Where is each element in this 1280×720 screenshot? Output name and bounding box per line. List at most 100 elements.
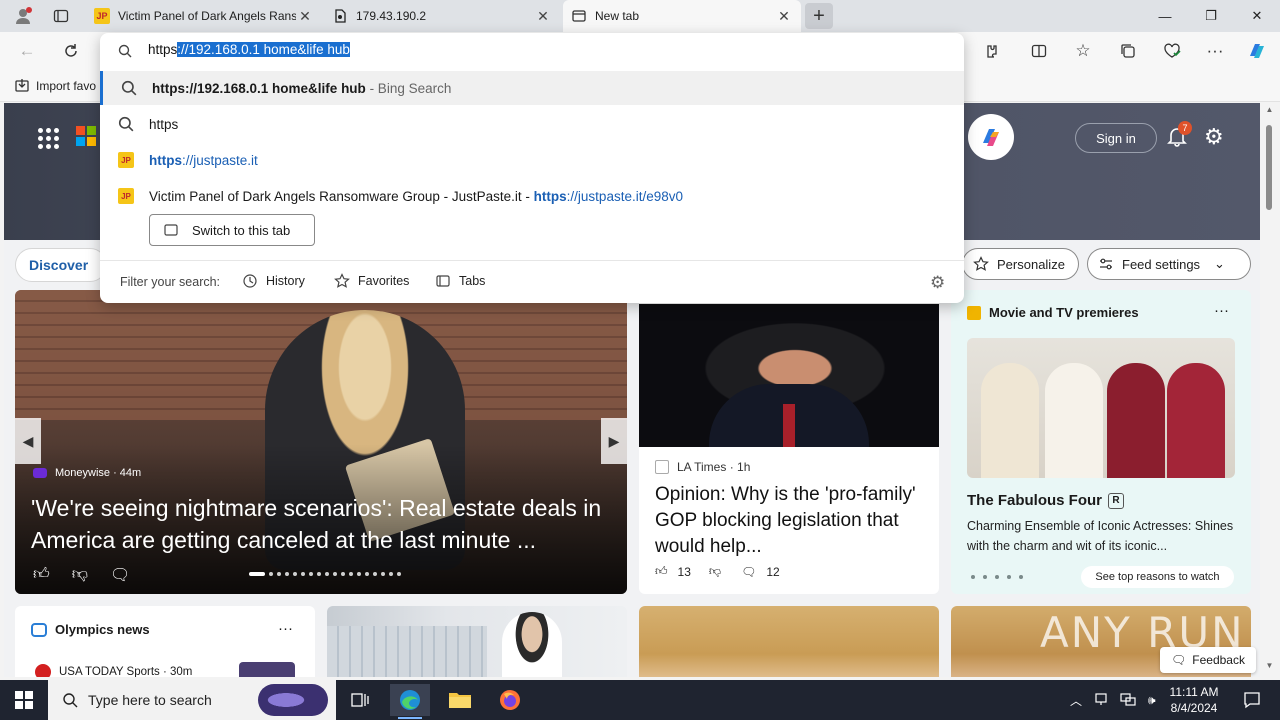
volume-icon[interactable]: 🕪︎ — [1148, 693, 1156, 708]
edge-taskbar-icon[interactable] — [390, 684, 430, 719]
rating-badge: R — [1108, 492, 1124, 509]
story-headline[interactable]: 'We're seeing nightmare scenarios': Real… — [31, 492, 611, 556]
carousel-next-icon[interactable]: ▶ — [601, 418, 627, 464]
movie-title[interactable]: The Fabulous Four — [967, 492, 1102, 509]
apps-launcher-icon[interactable] — [38, 128, 59, 149]
network-status-icon[interactable] — [1094, 692, 1108, 709]
see-top-reasons-button[interactable]: See top reasons to watch — [1081, 566, 1234, 588]
tab-title: 179.43.190.2 — [356, 9, 427, 23]
movie-premieres-card[interactable]: Movie and TV premieres ··· The Fabulous … — [951, 290, 1251, 594]
new-tab-button[interactable]: + — [805, 3, 833, 29]
carousel-prev-icon[interactable]: ◀ — [15, 418, 41, 464]
news-headline[interactable]: Opinion: Why is the 'pro-family' GOP blo… — [655, 482, 927, 560]
switch-to-tab-label: Switch to this tab — [192, 222, 291, 238]
thumbs-up-icon[interactable]: 👍︎ — [33, 565, 50, 585]
comment-icon[interactable]: 🗨︎ — [110, 565, 130, 585]
address-input[interactable]: https://192.168.0.1 home&life hub — [148, 42, 350, 57]
comment-icon[interactable]: 🗨︎ — [741, 565, 756, 579]
back-icon[interactable]: ← — [14, 39, 40, 63]
copilot-icon[interactable] — [1244, 39, 1270, 63]
feedback-label: Feedback — [1192, 653, 1245, 667]
copilot-button[interactable] — [968, 114, 1014, 160]
address-bar[interactable]: https://192.168.0.1 home&life hub — [100, 33, 964, 69]
close-window-button[interactable]: ✕ — [1234, 0, 1280, 32]
olympics-news-card[interactable]: Olympics news ··· USA TODAY Sports · 30m — [15, 606, 315, 677]
sign-in-button[interactable]: Sign in — [1075, 123, 1157, 153]
tabs-icon — [436, 275, 450, 287]
favorites-star-icon[interactable]: ☆ — [1070, 39, 1096, 63]
search-icon — [118, 44, 132, 58]
filter-favorites-button[interactable]: Favorites — [334, 273, 409, 289]
import-favorites-button[interactable]: Import favo — [14, 78, 96, 94]
personalize-button[interactable]: Personalize — [962, 248, 1079, 280]
restore-button[interactable]: ❐ — [1188, 0, 1234, 32]
taskbar-search-box[interactable]: Type here to search — [48, 680, 336, 720]
windows-taskbar: Type here to search ︿ 🕪︎ 11:11 AM 8/4/20… — [0, 680, 1280, 720]
news-card-latimes[interactable]: LA Times · 1h Opinion: Why is the 'pro-f… — [639, 290, 939, 594]
collections-icon[interactable] — [1115, 39, 1141, 63]
thumbs-up-icon[interactable]: 👍︎ — [655, 564, 668, 579]
system-clock[interactable]: 11:11 AM 8/4/2024 — [1163, 684, 1225, 716]
feed-settings-button[interactable]: Feed settings ⌄ — [1087, 248, 1251, 280]
scrollbar-thumb[interactable] — [1266, 125, 1272, 210]
start-button[interactable] — [0, 680, 48, 720]
extensions-icon[interactable] — [978, 39, 1004, 63]
usa-today-logo-icon — [35, 664, 51, 677]
notification-center-icon[interactable] — [1232, 684, 1272, 716]
more-options-icon[interactable]: ··· — [278, 620, 293, 637]
more-options-icon[interactable]: ··· — [1202, 39, 1228, 63]
suggestion-separator: - — [521, 188, 534, 204]
task-view-icon[interactable] — [340, 684, 380, 716]
suggestion-url-rest: ://justpaste.it — [182, 152, 258, 168]
filter-history-button[interactable]: History — [242, 273, 305, 289]
discover-tab[interactable]: Discover — [15, 248, 107, 282]
switch-to-tab-button[interactable]: Switch to this tab — [149, 214, 315, 246]
split-screen-icon[interactable] — [1026, 39, 1052, 63]
pharmacy-story-card[interactable] — [327, 606, 627, 677]
more-options-icon[interactable]: ··· — [1214, 302, 1229, 319]
scroll-down-icon[interactable]: ▼ — [1263, 661, 1276, 673]
tab-new-tab[interactable]: New tab ✕ — [563, 0, 801, 32]
show-hidden-icons-icon[interactable]: ︿ — [1070, 692, 1082, 709]
close-tab-icon[interactable]: ✕ — [534, 8, 552, 25]
suggestion-open-tab[interactable]: JP Victim Panel of Dark Angels Ransomwar… — [100, 179, 964, 213]
page-scrollbar[interactable]: ▲ ▼ — [1263, 103, 1276, 677]
filter-tabs-button[interactable]: Tabs — [435, 273, 485, 289]
suggestion-url-bold: https — [149, 152, 182, 168]
tab-actions-icon[interactable] — [48, 4, 74, 28]
filter-history-label: History — [266, 274, 305, 288]
story-card-3[interactable] — [639, 606, 939, 677]
page-settings-gear-icon[interactable]: ⚙ — [1204, 125, 1228, 149]
page-favicon-icon — [332, 8, 348, 24]
taskbar-search-placeholder: Type here to search — [88, 692, 212, 708]
tab-icon — [164, 224, 178, 236]
thumbs-down-icon[interactable]: 👎︎ — [72, 565, 88, 585]
suggestion-text: https — [149, 116, 179, 132]
firefox-icon[interactable] — [490, 684, 530, 716]
suggestion-bing-search[interactable]: https://192.168.0.1 home&life hub - Bing… — [100, 71, 964, 105]
browser-essentials-icon[interactable] — [1159, 39, 1185, 63]
suggestion-suffix: - Bing Search — [365, 80, 452, 96]
justpaste-favicon-icon: JP — [94, 8, 110, 24]
search-settings-gear-icon[interactable]: ⚙ — [930, 273, 948, 292]
minimize-button[interactable]: — — [1142, 0, 1188, 32]
suggestion-justpaste-site[interactable]: JP https://justpaste.it — [100, 143, 964, 177]
top-story-card[interactable]: ◀ ▶ Moneywise · 44m 'We're seeing nightm… — [15, 290, 627, 594]
tab-ip-address[interactable]: 179.43.190.2 ✕ — [324, 0, 560, 32]
feedback-button[interactable]: 🗨︎ Feedback — [1160, 647, 1256, 673]
scroll-up-icon[interactable]: ▲ — [1263, 105, 1276, 117]
news-source: LA Times · 1h — [677, 460, 751, 474]
microsoft-logo-icon[interactable] — [76, 126, 96, 146]
address-bar-dropdown: https://192.168.0.1 home&life hub https:… — [100, 33, 964, 303]
file-explorer-icon[interactable] — [440, 684, 480, 716]
suggestion-https[interactable]: https — [100, 107, 964, 141]
refresh-icon[interactable] — [58, 39, 84, 63]
profile-icon[interactable] — [10, 4, 36, 28]
close-tab-icon[interactable]: ✕ — [775, 8, 793, 25]
latimes-logo-icon — [655, 460, 669, 474]
network-icon[interactable] — [1120, 692, 1136, 709]
thumbs-down-icon[interactable]: 👎︎ — [709, 564, 721, 579]
tab-justpaste[interactable]: JP Victim Panel of Dark Angels Ransomwar… — [86, 0, 322, 32]
close-tab-icon[interactable]: ✕ — [296, 8, 314, 25]
comment-count: 12 — [766, 564, 780, 579]
